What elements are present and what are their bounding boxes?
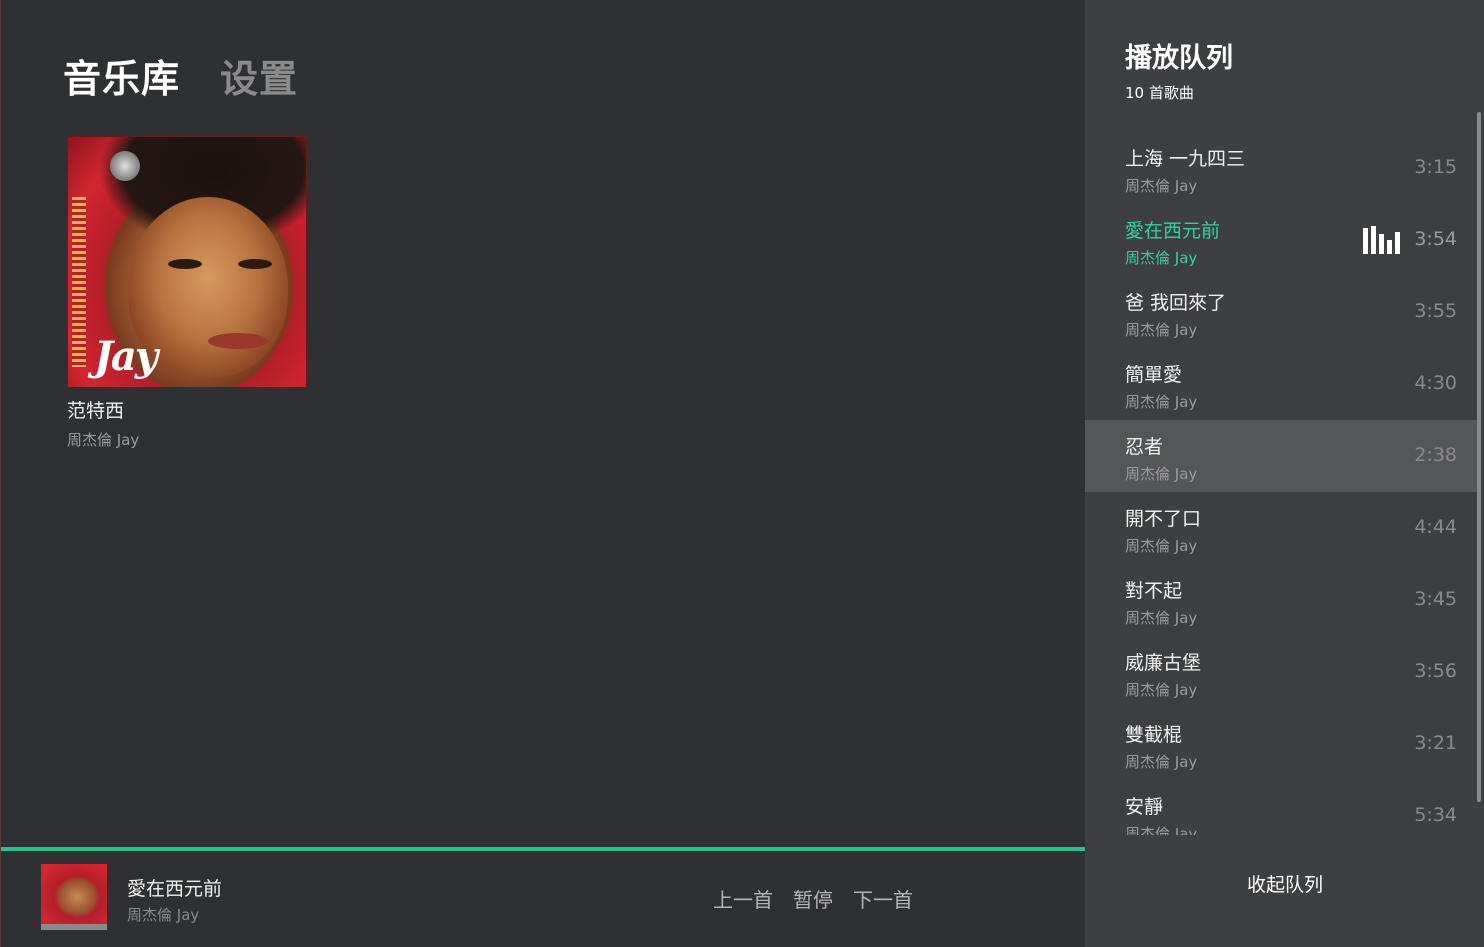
queue-item-title: 簡單愛 bbox=[1125, 364, 1183, 386]
now-playing-artist: 周杰倫 Jay bbox=[127, 906, 200, 924]
pause-button[interactable]: 暂停 bbox=[793, 884, 833, 913]
queue-item-artist: 周杰倫 Jay bbox=[1125, 393, 1198, 411]
queue-item[interactable]: 爸 我回來了周杰倫 Jay 3:55 bbox=[1085, 276, 1477, 348]
queue-item-duration: 3:56 bbox=[1414, 660, 1457, 682]
album-title: 范特西 bbox=[67, 400, 125, 422]
queue-item[interactable]: 上海 一九四三周杰倫 Jay 3:15 bbox=[1085, 132, 1477, 204]
progress-fill bbox=[1, 847, 1085, 851]
queue-item-artist: 周杰倫 Jay bbox=[1125, 753, 1198, 771]
queue-item-title: 對不起 bbox=[1125, 580, 1183, 602]
equalizer-bars-icon bbox=[1363, 226, 1401, 254]
queue-item-duration: 5:34 bbox=[1414, 804, 1457, 826]
queue-item-title: 雙截棍 bbox=[1125, 724, 1183, 746]
queue-item-artist: 周杰倫 Jay bbox=[1125, 177, 1198, 195]
library-panel: 音乐库 设置 Jay 范特西 周杰倫 Jay bbox=[1, 0, 1085, 847]
queue-item-title: 威廉古堡 bbox=[1125, 652, 1202, 674]
queue-item-artist: 周杰倫 Jay bbox=[1125, 681, 1198, 699]
queue-item-artist: 周杰倫 Jay bbox=[1125, 465, 1198, 483]
tab-settings[interactable]: 设置 bbox=[220, 48, 298, 103]
queue-item-duration: 3:15 bbox=[1414, 156, 1457, 178]
queue-panel: 播放队列 10 首歌曲 上海 一九四三 周杰倫 Jay 3:15 愛在西元前 周杰倫 J… bbox=[1085, 0, 1484, 947]
queue-item[interactable]: 愛在西元前周杰倫 Jay 3:54 bbox=[1085, 204, 1477, 276]
queue-item-title: 爸 我回來了 bbox=[1125, 292, 1227, 314]
music-app: 音乐库 设置 Jay 范特西 周杰倫 Jay 愛在西元前 周杰倫 Jay 上一首… bbox=[0, 0, 1484, 947]
queue-item[interactable]: 對不起周杰倫 Jay 3:45 bbox=[1085, 564, 1477, 636]
progress-bar[interactable] bbox=[1, 847, 1085, 851]
now-playing-cover[interactable] bbox=[41, 864, 107, 930]
album-card[interactable]: Jay 范特西 周杰倫 Jay bbox=[67, 136, 307, 450]
queue-scrollbar[interactable] bbox=[1477, 112, 1481, 802]
queue-item-duration: 4:44 bbox=[1414, 516, 1457, 538]
queue-count: 10 首歌曲 bbox=[1125, 84, 1194, 102]
queue-item-duration: 3:45 bbox=[1414, 588, 1457, 610]
previous-button[interactable]: 上一首 bbox=[713, 884, 773, 913]
queue-item[interactable]: 忍者周杰倫 Jay 2:38 bbox=[1085, 420, 1477, 492]
queue-item-title: 愛在西元前 bbox=[1125, 220, 1221, 242]
album-artist: 周杰倫 Jay bbox=[67, 431, 140, 449]
queue-item[interactable]: 安靜周杰倫 Jay 5:34 bbox=[1085, 780, 1477, 835]
queue-item-duration: 3:21 bbox=[1414, 732, 1457, 754]
queue-item-duration: 3:54 bbox=[1414, 228, 1457, 250]
player-bar: 愛在西元前 周杰倫 Jay 上一首 暂停 下一首 bbox=[1, 847, 1085, 947]
queue-item-artist: 周杰倫 Jay bbox=[1125, 537, 1198, 555]
queue-item[interactable]: 開不了口周杰倫 Jay 4:44 bbox=[1085, 492, 1477, 564]
queue-item-artist: 周杰倫 Jay bbox=[1125, 609, 1198, 627]
queue-list: 上海 一九四三 周杰倫 Jay 3:15 愛在西元前 周杰倫 Jay 3:54 爸 我回來了… bbox=[1085, 132, 1477, 835]
queue-item-duration: 3:55 bbox=[1414, 300, 1457, 322]
queue-item[interactable]: 威廉古堡周杰倫 Jay 3:56 bbox=[1085, 636, 1477, 708]
collapse-queue-button[interactable]: 收起队列 bbox=[1085, 870, 1484, 897]
queue-item-title: 開不了口 bbox=[1125, 508, 1202, 530]
playback-controls: 上一首 暂停 下一首 bbox=[713, 884, 913, 913]
next-button[interactable]: 下一首 bbox=[853, 884, 913, 913]
queue-item-artist: 周杰倫 Jay bbox=[1125, 321, 1198, 339]
queue-item-artist: 周杰倫 Jay bbox=[1125, 825, 1198, 835]
queue-title: 播放队列 bbox=[1125, 43, 1233, 74]
top-nav: 音乐库 设置 bbox=[63, 48, 298, 103]
album-cover-logo: Jay bbox=[94, 333, 158, 380]
queue-item[interactable]: 簡單愛周杰倫 Jay 4:30 bbox=[1085, 348, 1477, 420]
queue-item-title: 忍者 bbox=[1125, 436, 1164, 458]
queue-item-duration: 4:30 bbox=[1414, 372, 1457, 394]
queue-item-title: 上海 一九四三 bbox=[1125, 148, 1246, 170]
queue-item[interactable]: 雙截棍周杰倫 Jay 3:21 bbox=[1085, 708, 1477, 780]
queue-item-artist: 周杰倫 Jay bbox=[1125, 249, 1198, 267]
now-playing-title: 愛在西元前 bbox=[127, 878, 223, 900]
queue-item-title: 安靜 bbox=[1125, 796, 1164, 818]
tab-library[interactable]: 音乐库 bbox=[63, 48, 180, 103]
queue-item-duration: 2:38 bbox=[1414, 444, 1457, 466]
album-cover-image[interactable]: Jay bbox=[67, 136, 307, 388]
